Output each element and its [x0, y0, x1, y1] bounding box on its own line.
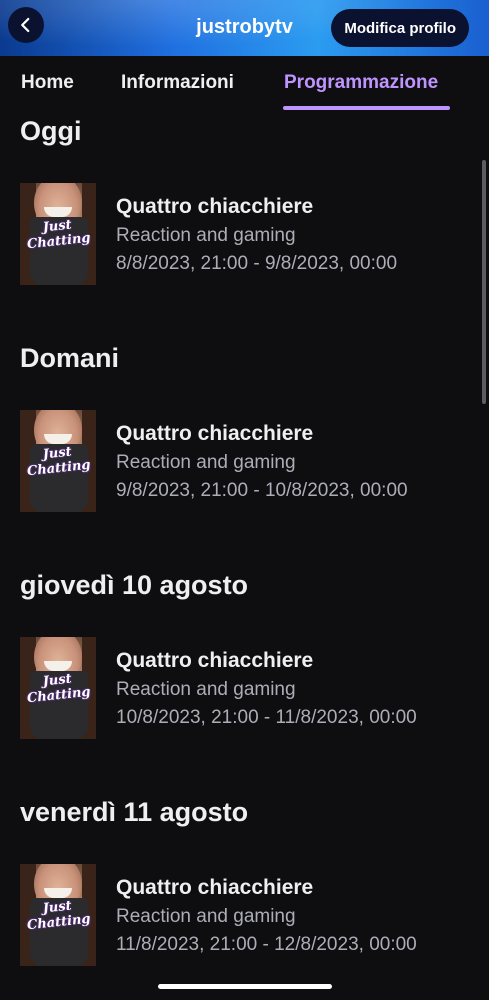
scrollbar[interactable] [482, 160, 486, 404]
home-indicator[interactable] [158, 984, 332, 989]
schedule-item[interactable]: Just Chatting Quattro chiacchiere Reacti… [20, 183, 480, 285]
stream-category: Reaction and gaming [116, 452, 296, 473]
schedule-day-heading: giovedì 10 agosto [20, 570, 249, 600]
channel-header: justrobytv Modifica profilo [0, 0, 489, 56]
schedule-day-heading: Oggi [20, 116, 82, 146]
category-thumbnail: Just Chatting [20, 864, 96, 966]
tab-informazioni[interactable]: Informazioni [121, 72, 234, 94]
category-thumbnail: Just Chatting [20, 637, 96, 739]
active-tab-indicator [283, 106, 450, 110]
stream-time: 8/8/2023, 21:00 - 9/8/2023, 00:00 [116, 253, 398, 274]
stream-title: Quattro chiacchiere [116, 195, 314, 218]
stream-time: 11/8/2023, 21:00 - 12/8/2023, 00:00 [116, 934, 417, 955]
stream-time: 10/8/2023, 21:00 - 11/8/2023, 00:00 [116, 707, 417, 728]
schedule-item[interactable]: Just Chatting Quattro chiacchiere Reacti… [20, 864, 480, 966]
stream-category: Reaction and gaming [116, 906, 296, 927]
edit-profile-button[interactable]: Modifica profilo [331, 9, 469, 47]
stream-title: Quattro chiacchiere [116, 422, 314, 445]
tab-bar: Home Informazioni Programmazione [0, 56, 489, 112]
schedule-item[interactable]: Just Chatting Quattro chiacchiere Reacti… [20, 410, 480, 512]
stream-category: Reaction and gaming [116, 679, 296, 700]
schedule-day-heading: venerdì 11 agosto [20, 797, 249, 827]
stream-title: Quattro chiacchiere [116, 649, 314, 672]
category-thumbnail: Just Chatting [20, 410, 96, 512]
tab-home[interactable]: Home [21, 72, 74, 94]
schedule-day-heading: Domani [20, 343, 120, 373]
tab-programmazione[interactable]: Programmazione [284, 72, 438, 94]
stream-title: Quattro chiacchiere [116, 876, 314, 899]
schedule-item[interactable]: Just Chatting Quattro chiacchiere Reacti… [20, 637, 480, 739]
category-thumbnail: Just Chatting [20, 183, 96, 285]
stream-time: 9/8/2023, 21:00 - 10/8/2023, 00:00 [116, 480, 408, 501]
stream-category: Reaction and gaming [116, 225, 296, 246]
